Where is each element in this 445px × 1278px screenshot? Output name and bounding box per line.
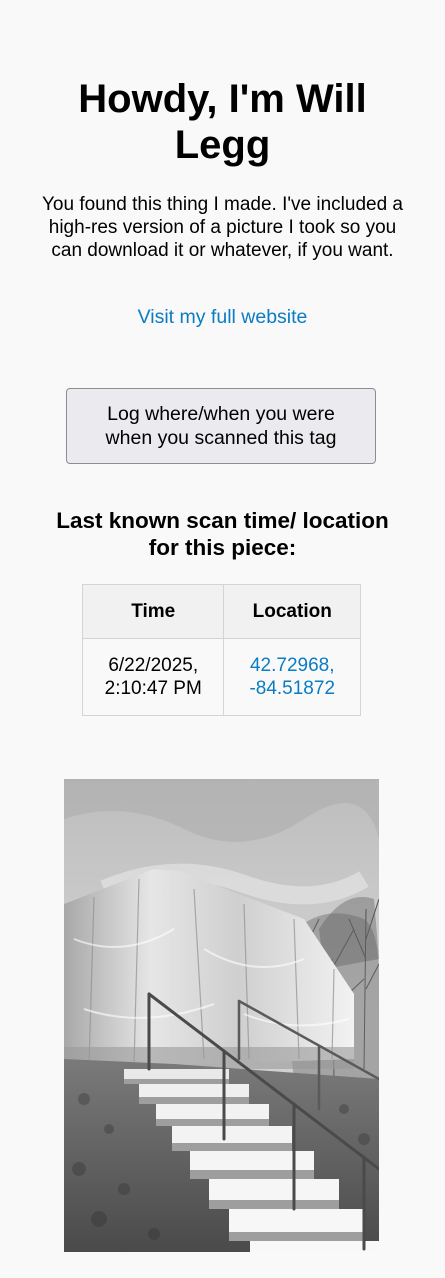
scan-location-cell: 42.72968, -84.51872: [223, 638, 361, 716]
scan-location-link[interactable]: 42.72968, -84.51872: [249, 655, 335, 699]
scan-table: Time Location 6/22/2025, 2:10:47 PM 42.7…: [81, 584, 361, 716]
scan-time-cell: 6/22/2025, 2:10:47 PM: [81, 638, 225, 716]
log-scan-button[interactable]: Log where/when you were when you scanned…: [66, 388, 376, 464]
page-title: Howdy, I'm Will Legg: [78, 77, 367, 167]
column-header-time: Time: [81, 584, 225, 639]
intro-text: You found this thing I made. I've includ…: [41, 194, 403, 261]
table-row: 6/22/2025, 2:10:47 PM 42.72968, -84.5187…: [81, 638, 361, 716]
visit-website-link[interactable]: Visit my full website: [40, 305, 405, 329]
page: Howdy, I'm Will Legg You found this thin…: [0, 0, 445, 1278]
scan-section-heading: Last known scan time/ location for this …: [56, 508, 389, 560]
column-header-location: Location: [223, 584, 361, 639]
stairs-photo[interactable]: [64, 779, 379, 1252]
table-header-row: Time Location: [81, 584, 361, 639]
